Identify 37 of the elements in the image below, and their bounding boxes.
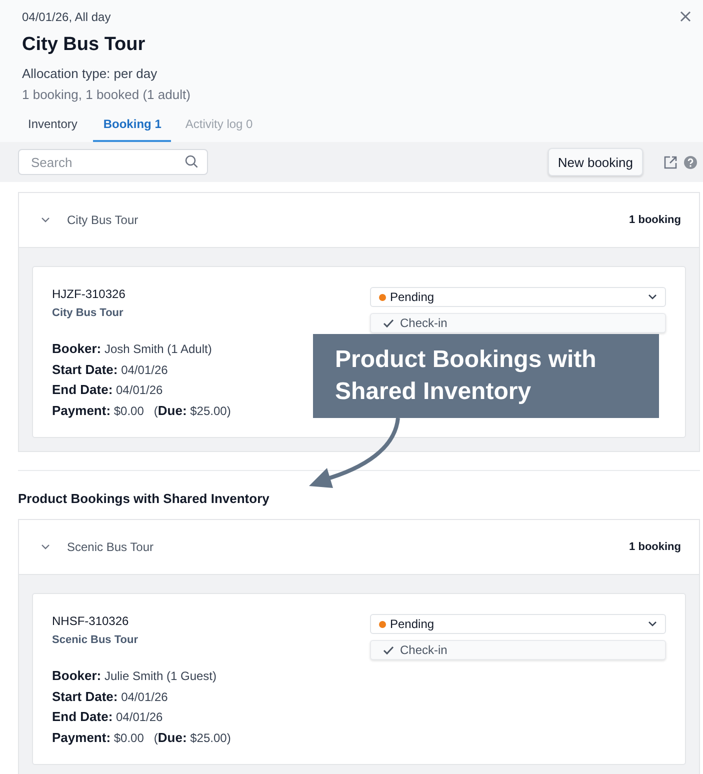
status-dropdown[interactable]: Pending [370,287,666,307]
tab[interactable]: Inventory [22,111,86,142]
booking-count: 1 booking [629,214,681,226]
booking-detail: Payment: $0.00 (Due: $25.00) [52,402,232,420]
booking-code: HJZF-310326 [52,287,126,301]
checkmark-icon [383,646,394,654]
search-field[interactable]: Search [18,149,208,175]
booking-detail: Booker: Julie Smith (1 Guest) [52,667,218,685]
event-title: City Bus Tour [22,34,146,56]
close-icon[interactable] [680,11,691,22]
external-link-icon[interactable] [664,156,677,168]
booking-count: 1 booking [629,541,681,553]
section-heading: Product Bookings with Shared Inventory [18,491,270,506]
booking-product: City Bus Tour [52,307,124,319]
booking-detail: Start Date: 04/01/26 [52,360,169,378]
check-in-button[interactable]: Check-in [370,313,666,333]
checkmark-icon [383,318,394,328]
new-booking-button[interactable]: New booking [548,148,643,176]
product-name: City Bus Tour [67,213,140,227]
search-icon [185,155,198,168]
allocation-type: Allocation type: per day [22,66,158,81]
status-dropdown[interactable]: Pending [370,614,666,634]
help-icon[interactable] [684,156,697,168]
booking-detail: Payment: $0.00 (Due: $25.00) [52,728,232,747]
product-name: Scenic Bus Tour [67,540,154,554]
chevron-icon [41,217,50,223]
chevron-icon [648,621,657,627]
booking-detail: End Date: 04/01/26 [52,708,164,726]
booking-product: Scenic Bus Tour [52,634,139,646]
chevron-icon [648,294,657,300]
check-in-button[interactable]: Check-in [370,640,666,660]
event-date: 04/01/26, All day [22,10,112,24]
booking-summary: 1 booking, 1 booked (1 adult) [22,87,192,102]
callout-banner: Product Bookings with Shared Inventory [313,334,659,418]
booking-code: NHSF-310326 [52,614,130,628]
chevron-icon [41,544,50,550]
booking-detail: Start Date: 04/01/26 [52,688,169,706]
